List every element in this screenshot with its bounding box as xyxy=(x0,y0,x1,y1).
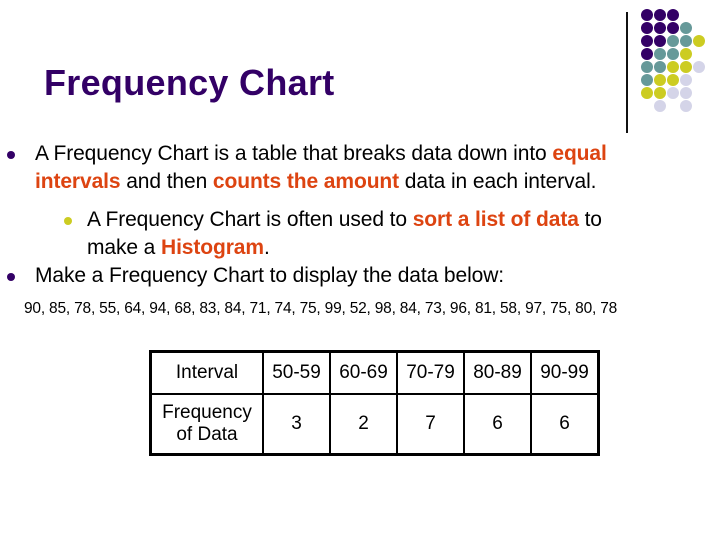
decorative-divider-line xyxy=(626,12,628,133)
decorative-dot xyxy=(641,35,653,47)
sub-bullet-icon xyxy=(64,217,72,225)
decorative-dot xyxy=(654,22,666,34)
text-run: A Frequency Chart is a table that breaks… xyxy=(35,142,553,165)
row-header-interval: Interval xyxy=(149,350,264,395)
decorative-dot xyxy=(654,87,666,99)
decorative-dot xyxy=(654,48,666,60)
bullet-2-line-1: A Frequency Chart is often used to sort … xyxy=(87,208,602,232)
decorative-dot xyxy=(667,74,679,86)
bullet-2-line-2: make a Histogram. xyxy=(87,236,270,260)
text-run: make a xyxy=(87,236,161,259)
decorative-dot xyxy=(680,35,692,47)
interval-cell: 80-89 xyxy=(463,350,532,395)
decorative-dot xyxy=(693,61,705,73)
interval-cell: 50-59 xyxy=(262,350,331,395)
frequency-cell: 6 xyxy=(463,393,532,456)
text-run: . xyxy=(263,236,270,259)
decorative-dot xyxy=(641,87,653,99)
data-values-list: 90, 85, 78, 55, 64, 94, 68, 83, 84, 71, … xyxy=(24,300,618,317)
decorative-dot xyxy=(667,61,679,73)
highlight-text: Histogram xyxy=(161,236,264,259)
highlight-text: equal xyxy=(552,142,607,165)
text-run: A Frequency Chart is often used to xyxy=(87,208,413,231)
highlight-text: sort a list of data xyxy=(412,208,579,231)
frequency-row: Frequency of Data 3 2 7 6 6 xyxy=(149,393,600,456)
row-header-line: Frequency xyxy=(162,402,252,423)
bullet-icon xyxy=(7,273,15,281)
decorative-dot xyxy=(680,48,692,60)
decorative-dot xyxy=(641,9,653,21)
frequency-cell: 7 xyxy=(396,393,465,456)
decorative-dot xyxy=(667,22,679,34)
text-run: and then xyxy=(120,170,213,193)
decorative-dot xyxy=(680,61,692,73)
text-run: Make a Frequency Chart to display the da… xyxy=(35,264,505,287)
bullet-icon xyxy=(7,151,15,159)
decorative-dot xyxy=(641,48,653,60)
highlight-text: counts the amount xyxy=(212,170,400,193)
decorative-dot xyxy=(654,61,666,73)
decorative-dot xyxy=(667,35,679,47)
row-header-frequency: Frequency of Data xyxy=(149,393,264,456)
row-header-line: of Data xyxy=(176,424,238,445)
interval-cell: 60-69 xyxy=(329,350,398,395)
decorative-dot xyxy=(654,35,666,47)
slide-title: Frequency Chart xyxy=(44,62,335,103)
bullet-1-line-2: intervals and then counts the amount dat… xyxy=(35,170,596,194)
interval-row: Interval 50-59 60-69 70-79 80-89 90-99 xyxy=(149,350,600,395)
decorative-dot xyxy=(693,35,705,47)
decorative-dot xyxy=(641,22,653,34)
decorative-dot xyxy=(667,87,679,99)
interval-cell: 70-79 xyxy=(396,350,465,395)
text-run: data in each interval. xyxy=(399,170,597,193)
decorative-dot xyxy=(641,74,653,86)
frequency-cell: 6 xyxy=(530,393,600,456)
frequency-table: Interval 50-59 60-69 70-79 80-89 90-99 F… xyxy=(149,350,600,456)
highlight-text: intervals xyxy=(35,170,121,193)
decorative-dot xyxy=(654,9,666,21)
bullet-1-line-1: A Frequency Chart is a table that breaks… xyxy=(35,142,607,166)
decorative-dot xyxy=(680,87,692,99)
text-run: to xyxy=(578,208,602,231)
decorative-dot xyxy=(680,22,692,34)
decorative-dot xyxy=(654,74,666,86)
decorative-dot xyxy=(667,48,679,60)
decorative-dot xyxy=(654,100,666,112)
bullet-3-line-1: Make a Frequency Chart to display the da… xyxy=(35,264,504,288)
decorative-dot xyxy=(641,61,653,73)
decorative-dot xyxy=(680,74,692,86)
decorative-dot xyxy=(680,100,692,112)
interval-cell: 90-99 xyxy=(530,350,600,395)
frequency-cell: 2 xyxy=(329,393,398,456)
frequency-cell: 3 xyxy=(262,393,331,456)
decorative-dot xyxy=(667,9,679,21)
